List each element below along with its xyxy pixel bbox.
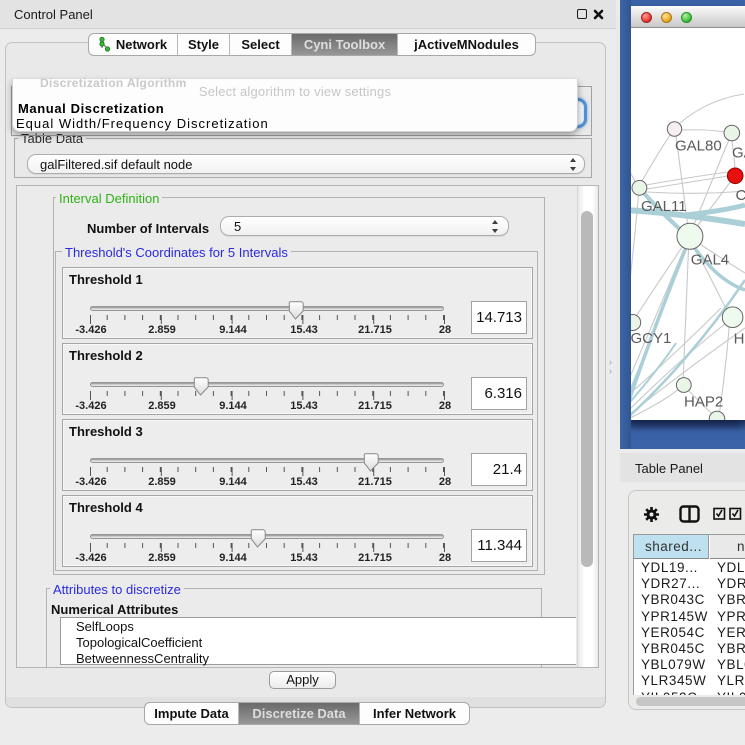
svg-text:C: C bbox=[736, 187, 745, 204]
svg-text:GAL80: GAL80 bbox=[675, 138, 722, 155]
svg-text:GAL11: GAL11 bbox=[641, 198, 687, 215]
svg-text:HAP2: HAP2 bbox=[684, 394, 723, 411]
svg-text:H: H bbox=[734, 331, 745, 348]
svg-text:GAL4: GAL4 bbox=[691, 252, 729, 269]
svg-text:GA: GA bbox=[732, 145, 745, 162]
svg-text:GCY1: GCY1 bbox=[631, 330, 671, 347]
